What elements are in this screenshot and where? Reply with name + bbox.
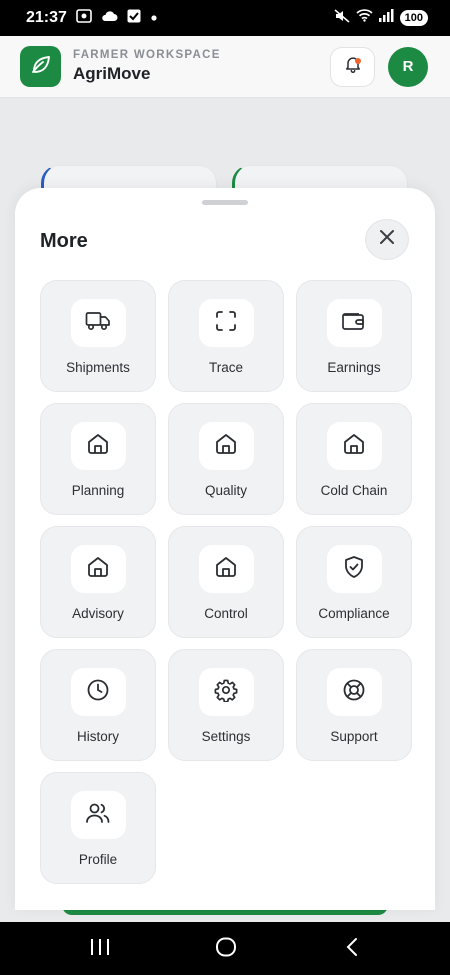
menu-item-history[interactable]: History xyxy=(40,649,156,761)
menu-item-label: Control xyxy=(204,606,248,621)
signal-icon xyxy=(378,9,394,27)
notifications-button[interactable] xyxy=(330,46,375,87)
system-nav-bar xyxy=(0,922,450,975)
home-icon xyxy=(214,432,238,461)
gear-icon xyxy=(214,678,238,707)
menu-item-label: History xyxy=(76,729,119,744)
menu-item-label: Advisory xyxy=(72,606,124,621)
workspace-label: FARMER WORKSPACE xyxy=(73,49,221,61)
avatar[interactable]: R xyxy=(388,46,428,87)
menu-item-cold-chain[interactable]: Cold Chain xyxy=(296,403,412,515)
screen-record-icon xyxy=(76,8,92,28)
truck-icon xyxy=(85,310,111,337)
status-bar: 21:37 100 xyxy=(0,0,450,36)
shield-check-icon xyxy=(342,555,366,584)
sheet-title: More xyxy=(40,230,88,252)
battery-level: 100 xyxy=(399,10,428,26)
menu-item-shipments[interactable]: Shipments xyxy=(40,280,156,392)
notification-dot-icon xyxy=(150,9,158,27)
menu-item-label: Profile xyxy=(78,852,118,867)
back-chevron-icon xyxy=(345,937,359,962)
check-box-icon xyxy=(127,9,141,28)
more-menu-grid: Shipments Trace Earnings Planning Qualit… xyxy=(40,280,412,884)
menu-item-advisory[interactable]: Advisory xyxy=(40,526,156,638)
users-icon xyxy=(85,801,111,830)
app-logo xyxy=(20,46,61,87)
recent-apps-button[interactable] xyxy=(88,938,112,960)
home-circle-icon xyxy=(215,937,237,962)
menu-item-profile[interactable]: Profile xyxy=(40,772,156,884)
clock-icon xyxy=(86,678,110,707)
menu-item-label: Planning xyxy=(71,483,125,498)
app-header: FARMER WORKSPACE AgriMove R xyxy=(0,36,450,98)
menu-item-support[interactable]: Support xyxy=(296,649,412,761)
home-icon xyxy=(86,432,110,461)
menu-item-control[interactable]: Control xyxy=(168,526,284,638)
menu-item-planning[interactable]: Planning xyxy=(40,403,156,515)
app-name: AgriMove xyxy=(73,64,151,83)
mute-icon xyxy=(334,8,350,28)
menu-item-quality[interactable]: Quality xyxy=(168,403,284,515)
status-time: 21:37 xyxy=(26,9,67,26)
menu-item-label: Compliance xyxy=(318,606,390,621)
menu-item-compliance[interactable]: Compliance xyxy=(296,526,412,638)
home-icon xyxy=(86,555,110,584)
home-button[interactable] xyxy=(213,937,239,962)
more-sheet: More Shipments Trace Earnings Planning Q… xyxy=(15,188,435,910)
wallet-icon xyxy=(341,310,367,337)
menu-item-label: Quality xyxy=(204,483,248,498)
brand: FARMER WORKSPACE AgriMove xyxy=(73,49,221,84)
recent-apps-icon xyxy=(89,938,111,961)
menu-item-settings[interactable]: Settings xyxy=(168,649,284,761)
menu-item-label: Shipments xyxy=(66,360,130,375)
menu-item-label: Support xyxy=(330,729,378,744)
scan-icon xyxy=(214,309,238,338)
menu-item-label: Trace xyxy=(208,360,243,375)
home-icon xyxy=(214,555,238,584)
notification-badge xyxy=(355,57,361,64)
close-button[interactable] xyxy=(365,219,409,260)
back-button[interactable] xyxy=(342,937,362,962)
menu-item-earnings[interactable]: Earnings xyxy=(296,280,412,392)
leaf-icon xyxy=(29,52,53,81)
lifebuoy-icon xyxy=(342,678,366,707)
menu-item-label: Settings xyxy=(201,729,251,744)
menu-item-trace[interactable]: Trace xyxy=(168,280,284,392)
sheet-drag-handle[interactable] xyxy=(202,200,248,205)
wifi-icon xyxy=(356,9,373,27)
home-icon xyxy=(342,432,366,461)
menu-item-label: Cold Chain xyxy=(320,483,388,498)
close-icon xyxy=(378,228,396,251)
cloud-icon xyxy=(101,9,118,27)
menu-item-label: Earnings xyxy=(327,360,381,375)
